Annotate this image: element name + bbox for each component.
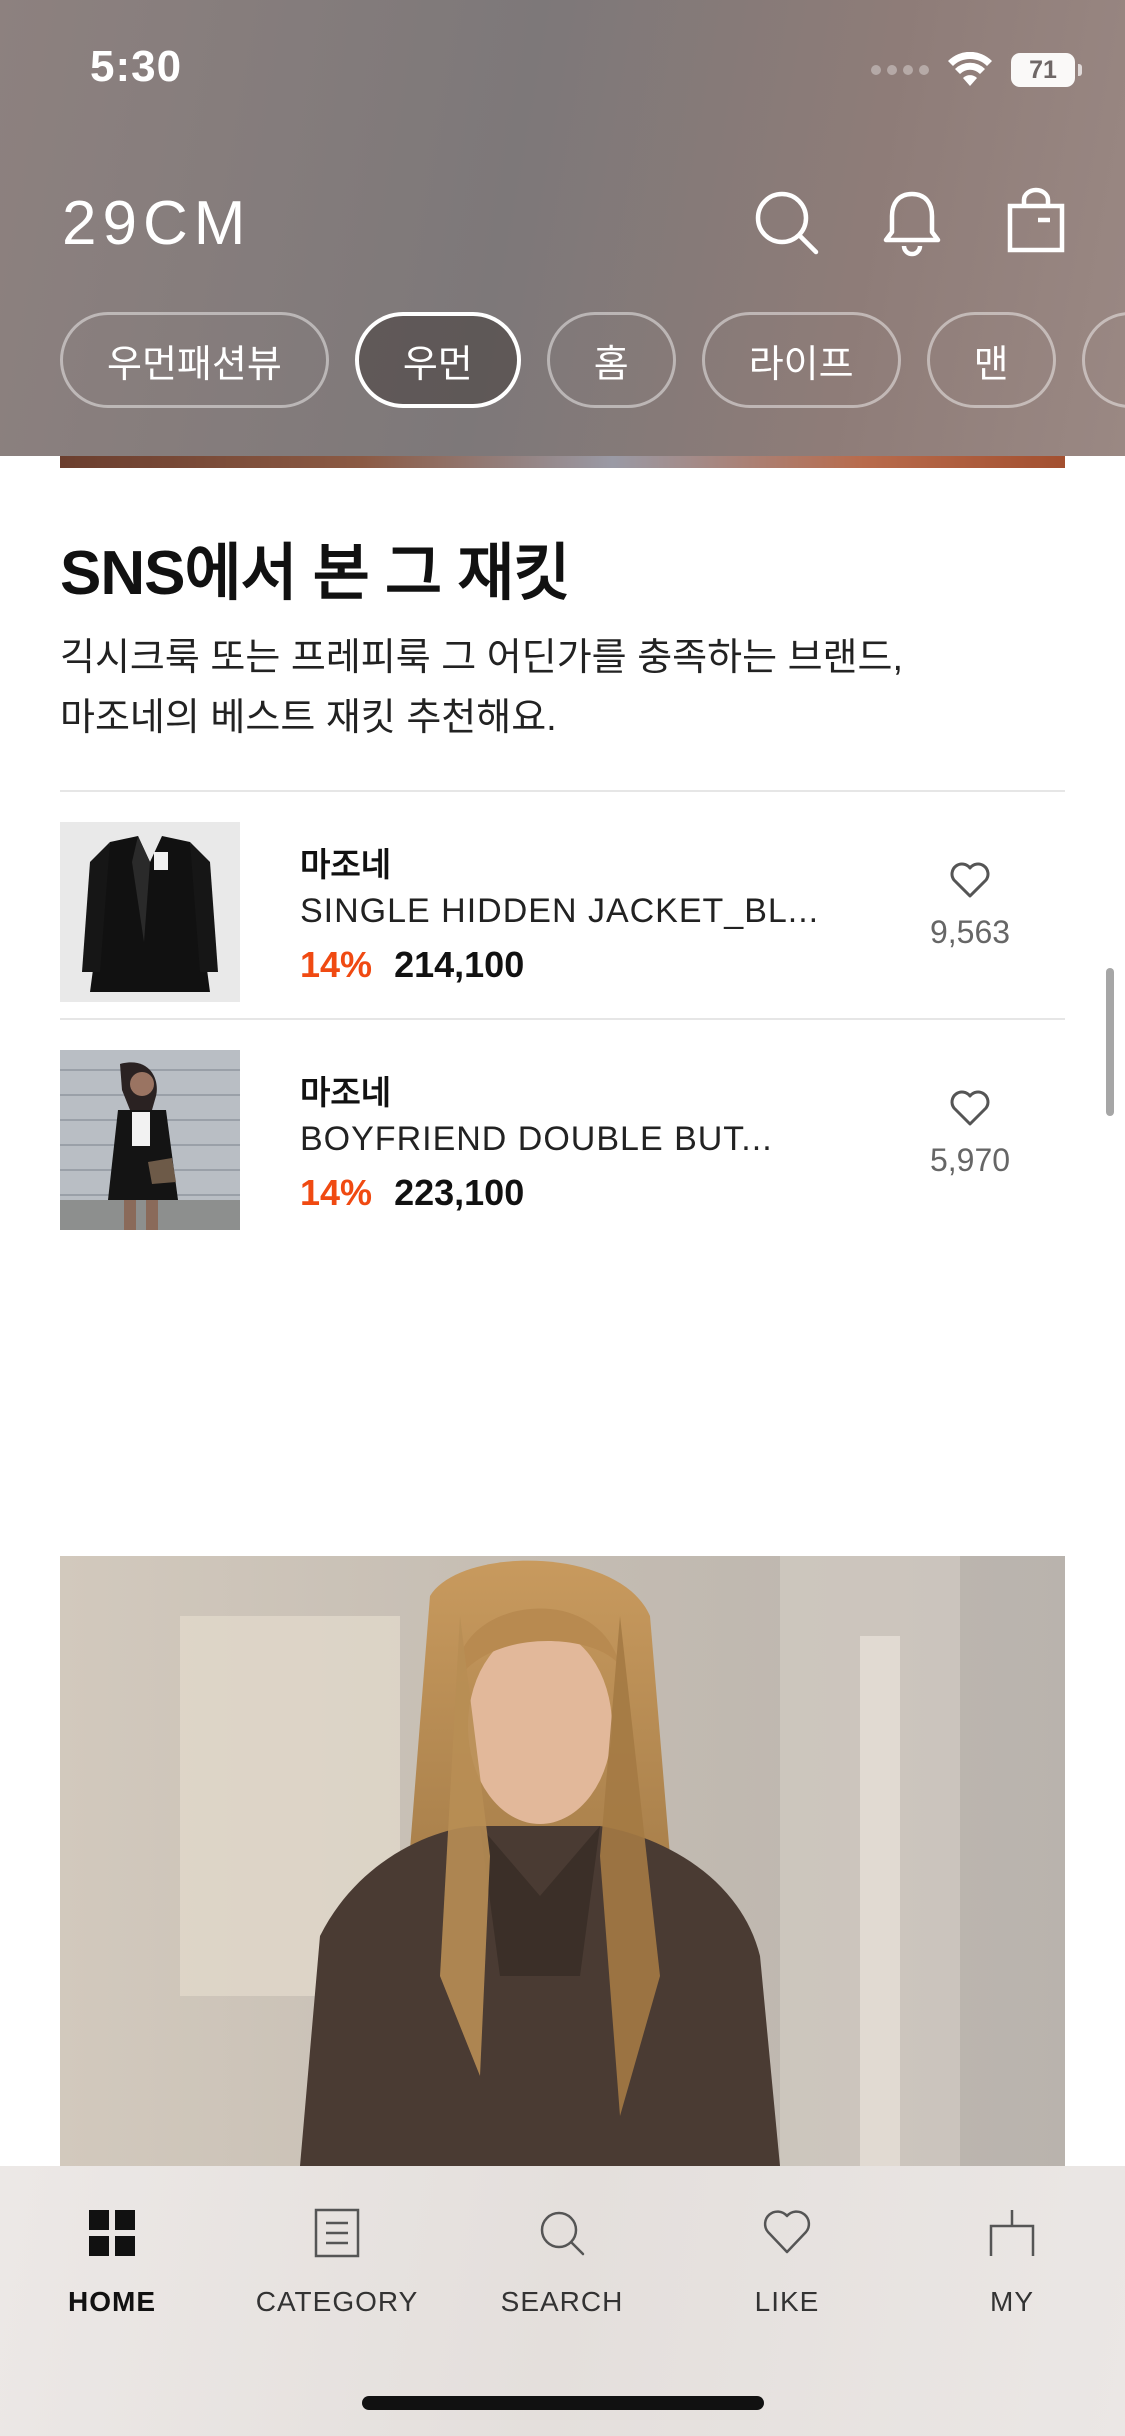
home-grid-icon (89, 2210, 135, 2256)
product-image[interactable] (60, 1050, 240, 1230)
chip-women-fashion-view[interactable]: 우먼패션뷰 (60, 312, 329, 408)
my-page-icon (989, 2210, 1035, 2256)
app-logo[interactable]: 29CM (62, 188, 251, 259)
heart-icon[interactable] (948, 1088, 992, 1128)
section-description: 긱시크룩 또는 프레피룩 그 어딘가를 충족하는 브랜드, 마조네의 베스트 재… (60, 628, 1060, 748)
chip-women[interactable]: 우먼 (354, 312, 521, 408)
heart-icon (763, 2210, 811, 2254)
battery-icon: 71 (1011, 53, 1082, 87)
discount-rate: 14% (300, 1172, 373, 1213)
product-item[interactable]: 마조네 BOYFRIEND DOUBLE BUT... 14% 223,100 … (60, 1050, 1065, 1278)
tab-like[interactable]: LIKE (687, 2206, 887, 2318)
chip-more[interactable] (1081, 312, 1125, 408)
like-count: 5,970 (929, 1142, 1011, 1178)
like-button[interactable]: 5,970 (920, 1088, 1020, 1179)
product-item[interactable]: 마조네 SINGLE HIDDEN JACKET_BL... 14% 214,1… (60, 822, 1065, 1050)
tab-search[interactable]: SEARCH (462, 2206, 662, 2318)
editorial-banner-image[interactable] (60, 1556, 1065, 2166)
battery-level: 71 (1029, 55, 1057, 84)
chip-life[interactable]: 라이프 (701, 312, 901, 408)
shopping-bag-icon[interactable] (998, 184, 1074, 260)
like-button[interactable]: 9,563 (920, 860, 1020, 951)
tab-my[interactable]: MY (912, 2206, 1112, 2318)
search-icon (540, 2211, 585, 2256)
product-image[interactable] (60, 822, 240, 1002)
section-title: SNS에서 본 그 재킷 (60, 539, 570, 608)
sale-price: 214,100 (394, 944, 525, 985)
tab-home[interactable]: HOME (12, 2206, 212, 2318)
section-description-line: 긱시크룩 또는 프레피룩 그 어딘가를 충족하는 브랜드, (60, 637, 904, 679)
product-price: 14% 214,100 (300, 944, 524, 986)
section-description-line: 마조네의 베스트 재킷 추천해요. (60, 697, 557, 739)
cellular-signal-icon (871, 65, 929, 75)
like-count: 9,563 (929, 914, 1011, 950)
home-indicator[interactable] (362, 2396, 764, 2410)
product-brand: 마조네 (300, 1074, 392, 1111)
tab-label: SEARCH (500, 2286, 624, 2317)
category-list-icon (314, 2208, 360, 2258)
product-brand: 마조네 (300, 846, 392, 883)
heart-icon[interactable] (948, 860, 992, 900)
previous-banner-image[interactable] (60, 456, 1065, 468)
sale-price: 223,100 (394, 1172, 525, 1213)
search-icon[interactable] (748, 184, 824, 260)
tab-label: MY (990, 2286, 1034, 2317)
discount-rate: 14% (300, 944, 373, 985)
product-price: 14% 223,100 (300, 1172, 524, 1214)
category-chip-bar: 우먼패션뷰 우먼 홈 라이프 맨 (60, 312, 1125, 408)
bell-icon[interactable] (874, 184, 950, 260)
chip-home[interactable]: 홈 (546, 312, 676, 408)
tab-label: CATEGORY (255, 2286, 419, 2317)
divider (60, 790, 1065, 792)
tab-category[interactable]: CATEGORY (237, 2206, 437, 2318)
chip-men[interactable]: 맨 (926, 312, 1056, 408)
product-name[interactable]: BOYFRIEND DOUBLE BUT... (300, 1120, 773, 1159)
status-indicators: 71 (871, 48, 1082, 92)
wifi-icon (948, 52, 992, 86)
scroll-indicator[interactable] (1106, 968, 1114, 1116)
tab-label: HOME (68, 2286, 156, 2317)
product-name[interactable]: SINGLE HIDDEN JACKET_BL... (300, 892, 819, 931)
tab-label: LIKE (754, 2286, 820, 2317)
divider (60, 1018, 1065, 1020)
status-bar: 5:30 71 (0, 0, 1125, 140)
status-time: 5:30 (90, 42, 183, 91)
app-header: 5:30 71 29CM 우먼패션뷰 우먼 홈 라이프 맨 (0, 0, 1125, 456)
